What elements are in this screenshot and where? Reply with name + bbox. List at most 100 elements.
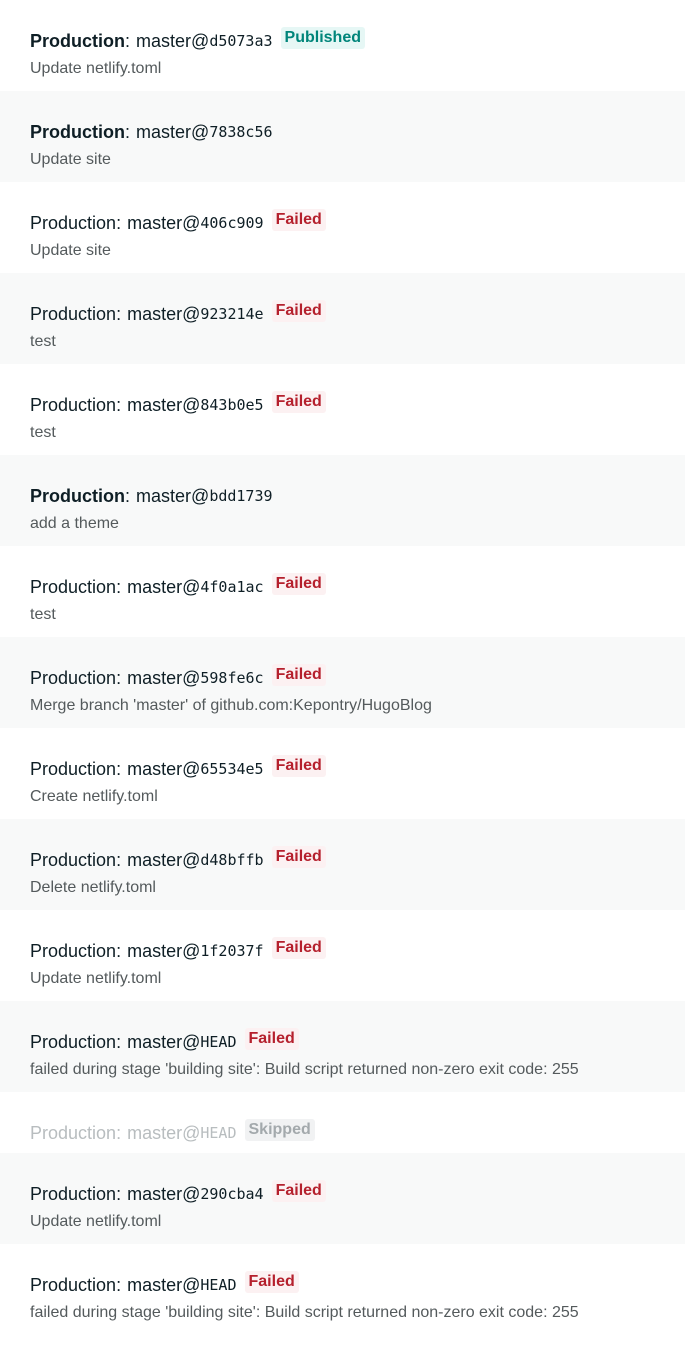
deploy-branch: master@ [127, 1183, 201, 1204]
deploy-context: Production [30, 30, 125, 51]
deploy-commit-sha: 406c909 [200, 214, 264, 232]
deploy-context: Production [30, 485, 125, 506]
deploy-list-item[interactable]: Production : master@ 406c909 Failed Upda… [0, 182, 685, 273]
deploy-branch: master@ [127, 1031, 201, 1052]
deploy-branch: master@ [127, 849, 201, 870]
deploy-commit-message: test [30, 424, 56, 441]
deploy-context: Production [30, 212, 117, 233]
deploy-context-separator: : [116, 212, 122, 233]
deploy-context: Production [30, 667, 117, 688]
deploy-context-separator: : [125, 121, 131, 142]
deploy-commit-sha: 598fe6c [200, 669, 264, 687]
deploy-commit-message: Update netlify.toml [30, 1213, 162, 1230]
deploy-status-badge: Published [280, 27, 365, 49]
deploy-commit-sha: 7838c56 [209, 123, 273, 141]
deploy-status-badge: Failed [271, 937, 326, 959]
deploy-list-item[interactable]: Production : master@ HEAD Failed failed … [0, 1244, 685, 1335]
deploy-commit-sha: 65534e5 [200, 760, 264, 778]
deploy-list-item[interactable]: Production : master@ 65534e5 Failed Crea… [0, 728, 685, 819]
deploy-title: Production : master@ 1f2037f Failed [30, 937, 655, 962]
deploy-title: Production : master@ 923214e Failed [30, 300, 655, 325]
deploy-title: Production : master@ bdd1739 [30, 485, 655, 507]
deploy-context: Production [30, 849, 117, 870]
deploy-title: Production : master@ HEAD Skipped [30, 1119, 655, 1144]
deploy-title: Production : master@ 290cba4 Failed [30, 1180, 655, 1205]
deploy-list-item[interactable]: Production : master@ 7838c56 Update site [0, 91, 685, 182]
deploy-commit-sha: d5073a3 [209, 32, 273, 50]
deploy-branch: master@ [127, 758, 201, 779]
deploy-status-badge: Failed [271, 300, 326, 322]
deploy-list-item[interactable]: Production : master@ d5073a3 Published U… [0, 0, 685, 91]
deploy-commit-message: Update netlify.toml [30, 60, 162, 77]
deploy-commit-message: Create netlify.toml [30, 788, 158, 805]
deploy-list-item[interactable]: Production : master@ HEAD Skipped [0, 1092, 685, 1153]
deploy-context-separator: : [116, 667, 122, 688]
deploy-branch: master@ [127, 667, 201, 688]
deploy-context: Production [30, 1031, 117, 1052]
deploy-list-item[interactable]: Production : master@ 1f2037f Failed Upda… [0, 910, 685, 1001]
deploy-status-badge: Failed [271, 573, 326, 595]
deploy-commit-sha: 923214e [200, 305, 264, 323]
deploy-commit-sha: bdd1739 [209, 487, 273, 505]
deploy-context: Production [30, 1122, 117, 1143]
deploy-commit-message: Delete netlify.toml [30, 879, 156, 896]
deploy-status-badge: Skipped [244, 1119, 315, 1141]
deploy-commit-message: Merge branch 'master' of github.com:Kepo… [30, 697, 432, 714]
deploy-list-item[interactable]: Production : master@ 598fe6c Failed Merg… [0, 637, 685, 728]
deploy-branch: master@ [136, 30, 210, 51]
deploy-commit-sha: d48bffb [200, 851, 264, 869]
deploy-list-item[interactable]: Production : master@ 4f0a1ac Failed test [0, 546, 685, 637]
deploy-title: Production : master@ 7838c56 [30, 121, 655, 143]
deploy-context-separator: : [125, 30, 131, 51]
deploy-commit-message: add a theme [30, 515, 119, 532]
deploy-list-item[interactable]: Production : master@ 843b0e5 Failed test [0, 364, 685, 455]
deploy-context-separator: : [116, 1274, 122, 1295]
deploy-branch: master@ [127, 394, 201, 415]
deploy-context: Production [30, 394, 117, 415]
deploy-commit-message: test [30, 606, 56, 623]
deploy-commit-message: Update site [30, 151, 111, 168]
deploy-context-separator: : [116, 1031, 122, 1052]
deploy-context: Production [30, 758, 117, 779]
deploy-branch: master@ [127, 940, 201, 961]
deploy-list-item[interactable]: Production : master@ 290cba4 Failed Upda… [0, 1153, 685, 1244]
deploy-commit-message: failed during stage 'building site': Bui… [30, 1304, 579, 1321]
deploy-title: Production : master@ HEAD Failed [30, 1028, 655, 1053]
deploy-title: Production : master@ 406c909 Failed [30, 209, 655, 234]
deploy-commit-sha: HEAD [200, 1033, 237, 1051]
deploy-status-badge: Failed [271, 209, 326, 231]
deploy-context: Production [30, 1274, 117, 1295]
deploy-list-item[interactable]: Production : master@ bdd1739 add a theme [0, 455, 685, 546]
deploy-context-separator: : [116, 940, 122, 961]
deploy-context-separator: : [116, 1183, 122, 1204]
deploy-branch: master@ [127, 212, 201, 233]
deploy-commit-sha: 1f2037f [200, 942, 264, 960]
deploy-context-separator: : [116, 1122, 122, 1143]
deploy-title: Production : master@ HEAD Failed [30, 1271, 655, 1296]
deploy-status-badge: Failed [271, 391, 326, 413]
deploy-commit-message: Update site [30, 242, 111, 259]
deploy-title: Production : master@ 4f0a1ac Failed [30, 573, 655, 598]
deploy-commit-sha: HEAD [200, 1276, 237, 1294]
deploy-commit-message: failed during stage 'building site': Bui… [30, 1061, 579, 1078]
deploy-commit-sha: HEAD [200, 1124, 237, 1142]
deploy-branch: master@ [136, 121, 210, 142]
deploy-status-badge: Failed [244, 1271, 299, 1293]
deploy-list-item[interactable]: Production : master@ 923214e Failed test [0, 273, 685, 364]
deploy-branch: master@ [127, 1274, 201, 1295]
deploy-list-item[interactable]: Production : master@ HEAD Failed failed … [0, 1001, 685, 1092]
deploy-commit-sha: 843b0e5 [200, 396, 264, 414]
deploy-context-separator: : [116, 576, 122, 597]
deploy-list-item[interactable]: Production : master@ d48bffb Failed Dele… [0, 819, 685, 910]
deploy-branch: master@ [127, 576, 201, 597]
deploy-context: Production [30, 303, 117, 324]
deploy-list: Production : master@ d5073a3 Published U… [0, 0, 685, 1335]
deploy-status-badge: Failed [271, 755, 326, 777]
deploy-context-separator: : [125, 485, 131, 506]
deploy-title: Production : master@ d5073a3 Published [30, 27, 655, 52]
deploy-context: Production [30, 940, 117, 961]
deploy-context: Production [30, 121, 125, 142]
deploy-commit-message: Update netlify.toml [30, 970, 162, 987]
deploy-status-badge: Failed [271, 664, 326, 686]
deploy-title: Production : master@ d48bffb Failed [30, 846, 655, 871]
